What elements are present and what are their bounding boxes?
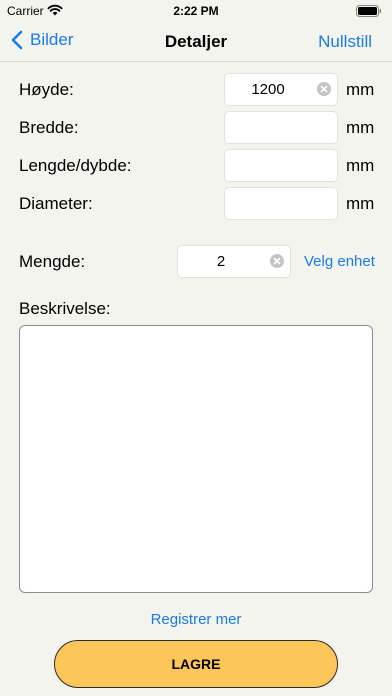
height-field[interactable]: 1200: [224, 73, 338, 106]
quantity-label: Mengde:: [19, 252, 86, 271]
height-value: 1200: [251, 81, 285, 98]
battery-icon: [356, 5, 382, 17]
length-unit: mm: [346, 156, 375, 175]
diameter-label: Diameter:: [19, 194, 93, 213]
navigation-bar: Bilder Detaljer Nullstill: [0, 22, 392, 62]
width-label: Bredde:: [19, 118, 79, 137]
diameter-unit: mm: [346, 194, 375, 213]
height-label: Høyde:: [19, 80, 74, 99]
select-unit-link[interactable]: Velg enhet: [304, 253, 375, 270]
clear-quantity-icon[interactable]: [270, 254, 284, 268]
clear-height-icon[interactable]: [317, 82, 331, 96]
length-label: Lengde/dybde:: [19, 156, 132, 175]
quantity-field[interactable]: 2: [177, 245, 291, 278]
status-time: 2:22 PM: [173, 4, 219, 18]
register-more-link[interactable]: Registrer mer: [0, 611, 392, 628]
save-button[interactable]: LAGRE: [54, 640, 338, 688]
length-field[interactable]: [224, 149, 338, 182]
width-unit: mm: [346, 118, 375, 137]
description-label: Beskrivelse:: [19, 299, 111, 318]
width-field[interactable]: [224, 111, 338, 144]
height-unit: mm: [346, 80, 375, 99]
quantity-value: 2: [216, 253, 226, 270]
description-textarea[interactable]: [19, 325, 373, 593]
reset-button[interactable]: Nullstill: [318, 32, 372, 52]
status-bar: Carrier 2:22 PM: [0, 0, 392, 22]
diameter-field[interactable]: [224, 187, 338, 220]
